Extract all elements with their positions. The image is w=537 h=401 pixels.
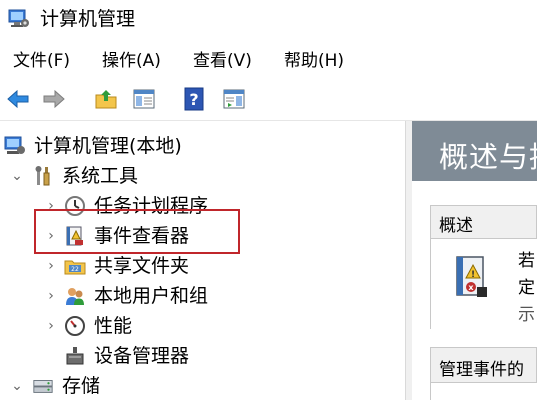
section-header-label: 概述 — [439, 216, 473, 236]
tree-item-storage[interactable]: ⌄ 存储 — [10, 371, 100, 401]
toolbar: ? — [0, 80, 537, 121]
tree-item-device-manager[interactable]: 设备管理器 — [64, 341, 189, 371]
tree-item-label: 本地用户和组 — [94, 285, 209, 307]
svg-text:!: ! — [471, 270, 475, 280]
local-users-groups-icon — [64, 285, 86, 307]
tree-item-label: 系统工具 — [62, 165, 139, 187]
up-folder-icon — [95, 90, 117, 109]
menu-bar: 文件(F) 操作(A) 查看(V) 帮助(H) — [0, 44, 537, 80]
details-banner: 概述与持 — [412, 121, 537, 181]
menu-action[interactable]: 操作(A) — [102, 49, 161, 73]
event-log-icon: ! x — [451, 253, 491, 307]
action-pane-icon — [223, 89, 245, 109]
menu-help[interactable]: 帮助(H) — [284, 49, 344, 73]
highlight-annotation — [34, 209, 240, 254]
window-title: 计算机管理 — [40, 8, 136, 30]
svg-text:22: 22 — [71, 266, 79, 273]
menu-view[interactable]: 查看(V) — [193, 49, 252, 73]
show-hide-tree-button[interactable] — [130, 84, 158, 114]
chevron-right-icon[interactable]: › — [44, 258, 58, 274]
computer-management-app-icon — [8, 9, 30, 29]
menu-file[interactable]: 文件(F) — [13, 49, 70, 73]
tree-item-label: 设备管理器 — [94, 345, 190, 367]
manage-events-section-header[interactable]: 管理事件的 — [430, 347, 537, 383]
shared-folders-icon: 22 — [64, 255, 86, 277]
tree-item-local-users-groups[interactable]: › 本地用户和组 — [44, 281, 208, 311]
help-button[interactable]: ? — [180, 84, 208, 114]
tree-item-system-tools[interactable]: ⌄ 系统工具 — [10, 161, 138, 191]
help-icon: ? — [184, 87, 204, 111]
overview-section-body: ! x 若 定 示 — [430, 239, 537, 329]
section-header-label: 管理事件的 — [439, 360, 524, 380]
details-pane: 概述与持 概述 ! x 若 定 示 管理事件的 — [412, 121, 537, 400]
action-pane-button[interactable] — [220, 84, 248, 114]
tree-item-computer-management[interactable]: 计算机管理(本地) — [4, 131, 182, 161]
banner-title: 概述与持 — [439, 140, 537, 174]
svg-text:?: ? — [189, 90, 198, 109]
tree-item-label: 计算机管理(本地) — [34, 135, 182, 157]
chevron-right-icon[interactable]: › — [44, 288, 58, 304]
back-button[interactable] — [4, 84, 32, 114]
overview-text-line-3: 示 — [518, 305, 535, 325]
chevron-down-icon[interactable]: ⌄ — [10, 168, 24, 184]
manage-events-section-body — [430, 383, 537, 400]
tree-item-label: 性能 — [94, 315, 133, 337]
back-arrow-icon — [7, 89, 29, 109]
computer-management-icon — [4, 135, 26, 157]
svg-text:x: x — [468, 283, 474, 292]
overview-text-line-2: 定 — [518, 278, 535, 298]
chevron-down-icon[interactable]: ⌄ — [10, 378, 24, 394]
performance-icon — [64, 315, 86, 337]
overview-text-line-1: 若 — [518, 251, 535, 271]
tree-item-performance[interactable]: › 性能 — [44, 311, 132, 341]
chevron-right-icon[interactable]: › — [44, 318, 58, 334]
storage-icon — [32, 375, 54, 397]
tree-item-label: 共享文件夹 — [94, 255, 190, 277]
tree-item-shared-folders[interactable]: › 22 共享文件夹 — [44, 251, 189, 281]
title-bar: 计算机管理 — [0, 0, 537, 42]
show-hide-tree-icon — [133, 89, 155, 109]
tree-item-label: 存储 — [62, 375, 101, 397]
device-manager-icon — [64, 345, 86, 367]
overview-section-header[interactable]: 概述 — [430, 205, 537, 239]
up-folder-button[interactable] — [92, 84, 120, 114]
forward-button[interactable] — [40, 84, 68, 114]
forward-arrow-icon — [43, 89, 65, 109]
navigation-tree: 计算机管理(本地) ⌄ 系统工具 › 任务计划程序 › 事件查看器 › 22 共… — [0, 121, 405, 400]
system-tools-icon — [32, 165, 54, 187]
